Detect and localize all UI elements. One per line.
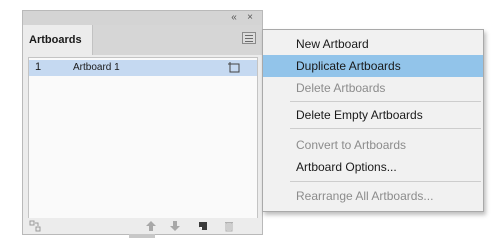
artboard-name[interactable]: Artboard 1 [73, 62, 120, 73]
artboards-panel: « × Artboards 1 Artboard 1 [22, 10, 263, 238]
panel-menu-button[interactable] [242, 32, 256, 44]
panel-tab-row: Artboards [23, 25, 262, 55]
menu-item-rearrange-all-artboards[interactable]: Rearrange All Artboards... [263, 185, 483, 207]
collapse-panel-icon[interactable]: « [228, 12, 240, 24]
panel-flyout-menu: New Artboard Duplicate Artboards Delete … [262, 29, 484, 212]
artboard-options-icon[interactable] [227, 61, 241, 74]
hamburger-line [245, 38, 253, 39]
menu-item-convert-to-artboards[interactable]: Convert to Artboards [263, 134, 483, 156]
hamburger-line [245, 41, 253, 42]
panel-titlebar[interactable]: « × [23, 11, 262, 26]
panel-resize-grip[interactable] [129, 234, 155, 238]
new-artboard-icon[interactable] [197, 220, 209, 232]
menu-item-new-artboard[interactable]: New Artboard [263, 33, 483, 55]
panel-footer [23, 218, 262, 238]
close-panel-icon[interactable]: × [244, 12, 256, 24]
hamburger-line [245, 35, 253, 36]
artboard-row[interactable]: 1 Artboard 1 [29, 60, 257, 76]
menu-separator [290, 181, 481, 182]
menu-separator [290, 128, 481, 129]
move-up-icon[interactable] [145, 220, 157, 232]
trash-icon[interactable] [223, 220, 235, 232]
menu-item-delete-empty-artboards[interactable]: Delete Empty Artboards [263, 104, 483, 126]
menu-separator [290, 101, 481, 102]
move-down-icon[interactable] [169, 220, 181, 232]
rearrange-artboards-icon[interactable] [29, 220, 41, 232]
tab-artboards[interactable]: Artboards [23, 25, 93, 55]
artboard-number: 1 [35, 61, 42, 73]
menu-item-delete-artboards[interactable]: Delete Artboards [263, 77, 483, 99]
menu-item-duplicate-artboards[interactable]: Duplicate Artboards [263, 55, 483, 77]
artboard-list[interactable]: 1 Artboard 1 [28, 57, 258, 220]
menu-item-artboard-options[interactable]: Artboard Options... [263, 156, 483, 178]
